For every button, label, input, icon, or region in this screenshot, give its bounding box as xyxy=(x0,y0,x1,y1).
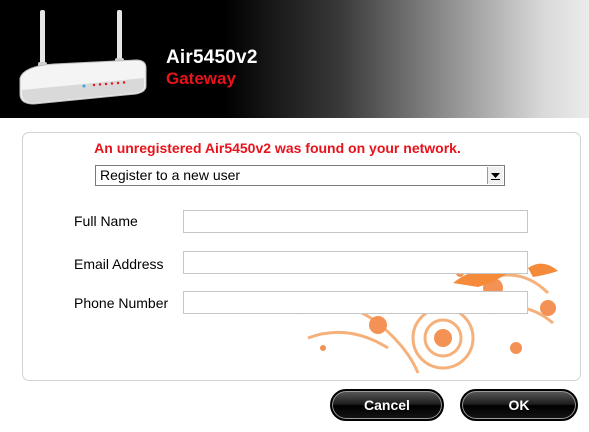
cancel-button[interactable]: Cancel xyxy=(330,389,444,421)
email-address-label: Email Address xyxy=(74,256,164,272)
phone-number-input[interactable] xyxy=(183,291,528,314)
phone-number-label: Phone Number xyxy=(74,295,169,311)
email-address-input[interactable] xyxy=(183,251,528,274)
registration-panel: An unregistered Air5450v2 was found on y… xyxy=(22,132,581,381)
registration-mode-select[interactable]: Register to a new user xyxy=(95,165,505,186)
select-value: Register to a new user xyxy=(100,167,241,183)
full-name-label: Full Name xyxy=(74,213,138,229)
product-subtitle: Gateway xyxy=(166,69,236,88)
product-title: Air5450v2 xyxy=(166,47,258,68)
full-name-input[interactable] xyxy=(183,210,528,233)
header-banner: Air5450v2 Gateway xyxy=(0,0,589,118)
ok-button[interactable]: OK xyxy=(460,389,578,421)
chevron-down-icon[interactable] xyxy=(487,167,503,184)
unregistered-warning: An unregistered Air5450v2 was found on y… xyxy=(94,140,461,156)
router-image xyxy=(19,10,147,105)
